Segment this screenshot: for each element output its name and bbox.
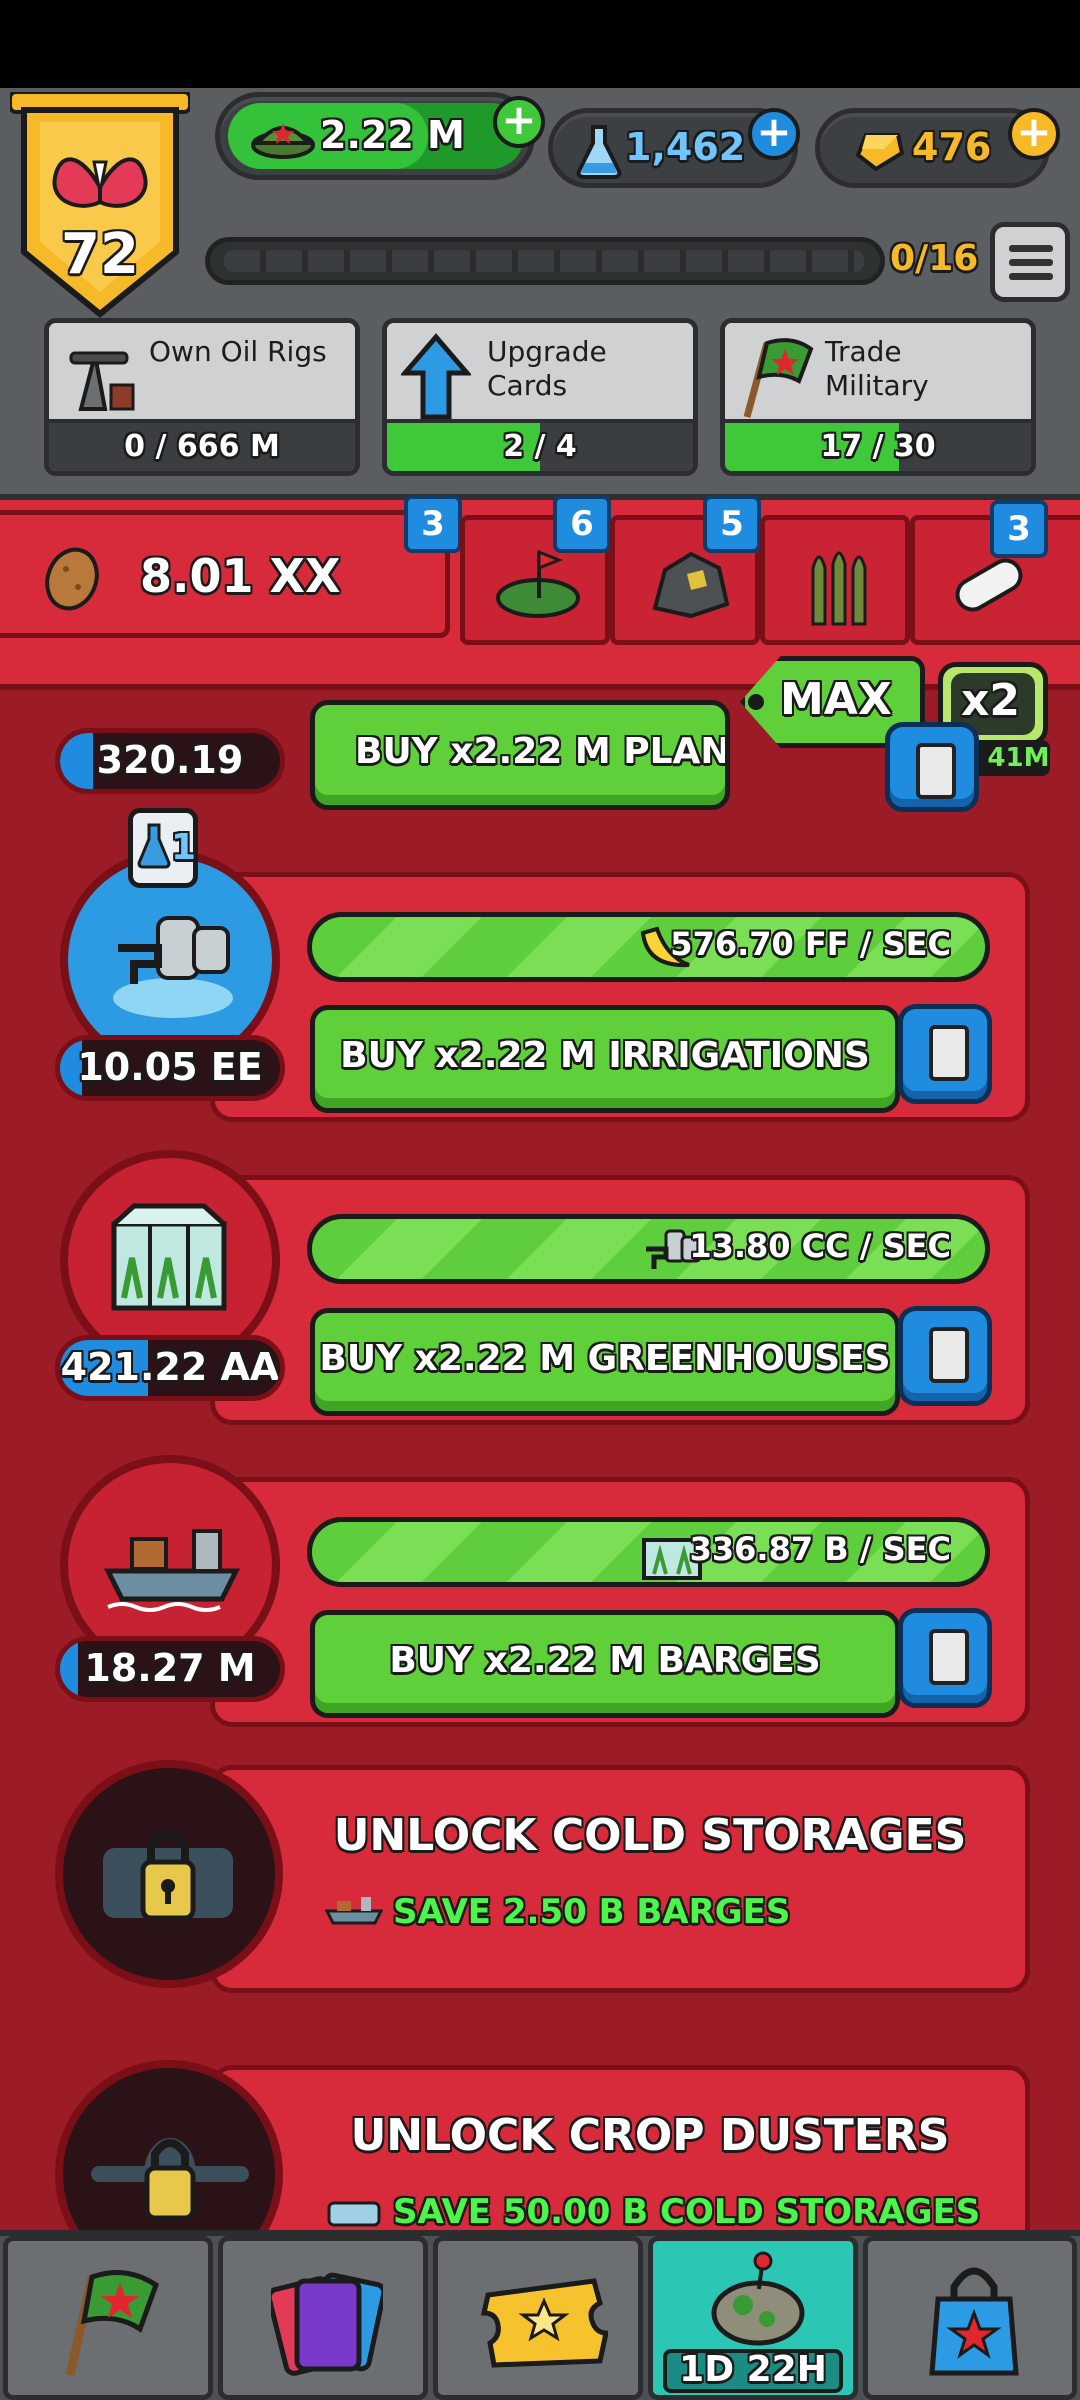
quest-progress-bar: 0 / 666 M — [49, 419, 355, 471]
oil-rig-icon — [69, 351, 135, 411]
irrigations-production-bar: 576.70 FF / SEC — [307, 912, 990, 982]
production-rate: 576.70 FF / SEC — [670, 925, 951, 963]
barges-production-bar: 336.87 B / SEC — [307, 1517, 990, 1587]
flask-icon — [576, 125, 622, 179]
cold-storage-circle — [55, 1760, 283, 1988]
tab-badge: 3 — [990, 500, 1048, 558]
quest-card-oil-rigs[interactable]: Own Oil Rigs 0 / 666 M — [44, 318, 360, 476]
irrigation-icon — [113, 916, 233, 1018]
wings-icon — [52, 157, 148, 208]
tab-badge: 3 — [404, 495, 462, 553]
unlock-title: UNLOCK CROP DUSTERS — [350, 2110, 950, 2161]
category-tab-bullets[interactable] — [760, 515, 910, 645]
status-bar — [0, 0, 1080, 88]
plantations-card-button[interactable] — [885, 722, 979, 812]
ticket-icon — [480, 2278, 608, 2368]
event-island-icon — [711, 2251, 805, 2346]
greenhouses-card-button[interactable] — [898, 1306, 992, 1406]
unlock-requirement: SAVE 50.00 B COLD STORAGES — [393, 2192, 981, 2232]
barges-count: 18.27 M — [55, 1636, 285, 1702]
nav-shop-button[interactable] — [863, 2236, 1077, 2400]
gold-amount: 476 — [912, 125, 992, 169]
production-rate: 336.87 B / SEC — [689, 1530, 951, 1568]
cards-icon — [271, 2272, 383, 2376]
resource-amount: 8.01 XX — [140, 549, 341, 603]
buy-irrigations-button[interactable]: BUY x2.22 M IRRIGATIONS — [310, 1005, 900, 1113]
buy-mode-hole — [748, 694, 764, 710]
nav-flag-button[interactable] — [3, 2236, 213, 2400]
level-number: 72 — [61, 222, 139, 287]
locked-cold-storage-icon — [103, 1830, 233, 1921]
unlock-cold-storages-card[interactable] — [210, 1765, 1030, 1993]
upgrade-arrow-icon — [401, 333, 471, 420]
quest-progress-text: 17 / 30 — [820, 429, 936, 464]
tab-badge: 6 — [553, 495, 611, 553]
locked-crop-duster-icon — [91, 2138, 249, 2221]
nav-ticket-button[interactable] — [433, 2236, 643, 2400]
military-flag-icon — [743, 338, 814, 418]
greenhouses-production-bar: 13.80 CC / SEC — [307, 1214, 990, 1284]
buy-label: BUY x2.22 M PLANTATIONS — [355, 731, 730, 772]
quest-label: Trade Military — [825, 335, 929, 402]
quest-progress-bar: 17 / 30 — [725, 419, 1031, 471]
event-timer: 1D 22H — [679, 2349, 827, 2390]
cash-plus-button[interactable]: + — [493, 96, 545, 148]
research-amount: 1,462 — [625, 125, 746, 169]
potato-icon — [45, 547, 99, 611]
flask-icon — [137, 823, 171, 869]
level-badge[interactable]: 72 — [8, 90, 192, 322]
buy-greenhouses-button[interactable]: BUY x2.22 M GREENHOUSES — [310, 1308, 900, 1416]
flag-icon — [65, 2270, 160, 2376]
buy-plantations-button[interactable]: BUY x2.22 M PLANTATIONS — [310, 700, 730, 810]
shop-bag-icon — [929, 2267, 1019, 2376]
quest-progress-bar: 2 / 4 — [387, 419, 693, 471]
quest-label: Upgrade Cards — [487, 335, 607, 402]
greenhouse-icon — [111, 1203, 227, 1311]
boost-multiplier: x2 — [961, 675, 1020, 726]
research-badge[interactable]: 1 — [128, 808, 198, 888]
hamburger-menu-icon — [1009, 245, 1053, 280]
golf-island-icon — [496, 549, 580, 618]
buy-mode-label: MAX — [780, 674, 892, 725]
unlock-title: UNLOCK COLD STORAGES — [333, 1810, 967, 1861]
cash-pill[interactable]: 2.22 M — [215, 92, 535, 180]
xp-bar — [205, 237, 885, 285]
barge-icon — [103, 1529, 241, 1612]
barge-icon — [325, 1897, 383, 1925]
tab-badge: 5 — [703, 495, 761, 553]
greenhouses-count: 421.22 AA — [55, 1335, 285, 1401]
gold-plus-button[interactable]: + — [1008, 108, 1060, 160]
research-plus-button[interactable]: + — [748, 108, 800, 160]
quest-progress-text: 2 / 4 — [503, 429, 577, 464]
cold-storage-icon — [327, 2201, 381, 2227]
gold-bar-icon — [855, 133, 904, 172]
buy-barges-button[interactable]: BUY x2.22 M BARGES — [310, 1610, 900, 1718]
barges-card-button[interactable] — [898, 1608, 992, 1708]
production-rate: 13.80 CC / SEC — [689, 1227, 951, 1265]
nav-cards-button[interactable] — [218, 2236, 428, 2400]
cash-amount: 2.22 M — [320, 113, 465, 157]
unlock-requirement: SAVE 2.50 B BARGES — [393, 1892, 791, 1932]
quest-label: Own Oil Rigs — [149, 335, 327, 368]
menu-button[interactable] — [990, 222, 1070, 302]
bullets-icon — [811, 551, 867, 626]
quest-card-trade-military[interactable]: Trade Military 17 / 30 — [720, 318, 1036, 476]
army-cap-icon — [251, 123, 315, 159]
quest-card-upgrade-cards[interactable]: Upgrade Cards 2 / 4 — [382, 318, 698, 476]
quest-progress-text: 0 / 666 M — [124, 429, 280, 464]
ore-icon — [652, 551, 730, 619]
irrigations-count: 10.05 EE — [55, 1035, 285, 1101]
plantations-count: 320.19 HH — [55, 728, 285, 794]
xp-progress-text: 0/16 — [890, 238, 979, 279]
irrigations-card-button[interactable] — [898, 1004, 992, 1104]
level-shield-icon — [8, 90, 192, 318]
pill-icon — [955, 558, 1023, 612]
nav-event-button[interactable]: 1D 22H — [648, 2236, 858, 2400]
category-tab-potato[interactable]: 8.01 XX — [0, 510, 450, 638]
